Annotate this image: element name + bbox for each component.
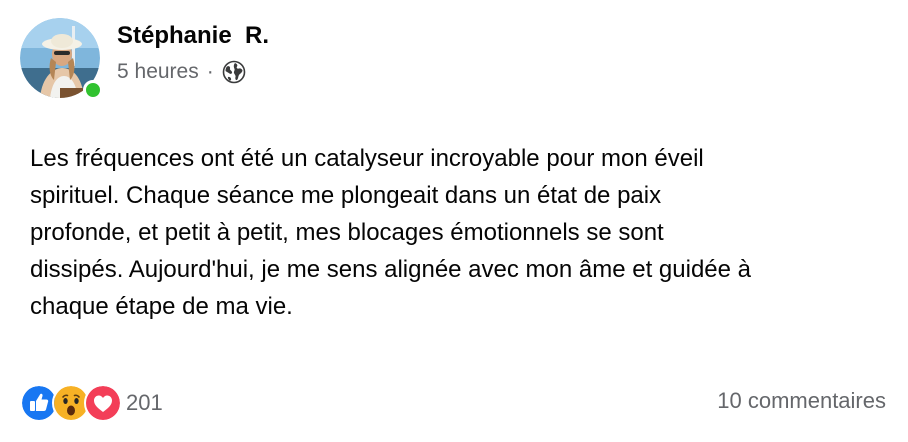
post-text-line: profonde, et petit à petit, mes blocages…	[30, 219, 664, 246]
post-timestamp[interactable]: 5 heures	[117, 60, 199, 84]
globe-icon[interactable]	[222, 60, 246, 84]
post-text-line: chaque étape de ma vie.	[30, 293, 293, 320]
post-text-line: dissipés. Aujourd'hui, je me sens aligné…	[30, 256, 752, 283]
reactions-summary[interactable]: 201	[20, 384, 163, 422]
post-card: Stéphanie R. 5 heures · Les fréquences o…	[0, 0, 908, 442]
reaction-count: 201	[126, 390, 163, 415]
love-icon	[84, 384, 122, 422]
post-text-line: spirituel. Chaque séance me plongeait da…	[30, 182, 662, 209]
post-header: Stéphanie R. 5 heures ·	[20, 18, 620, 102]
avatar[interactable]	[20, 18, 103, 100]
meta-separator: ·	[206, 60, 214, 83]
post-text-line: Les fréquences ont été un catalyseur inc…	[30, 145, 704, 172]
author-name[interactable]: Stéphanie R.	[117, 22, 269, 50]
comments-count-link[interactable]: 10 commentaires	[717, 388, 886, 414]
post-text: Les fréquences ont été un catalyseur inc…	[30, 140, 890, 325]
post-meta: 5 heures ·	[117, 58, 246, 86]
online-status-dot	[83, 80, 103, 100]
post-footer: 201 10 commentaires	[20, 384, 886, 422]
